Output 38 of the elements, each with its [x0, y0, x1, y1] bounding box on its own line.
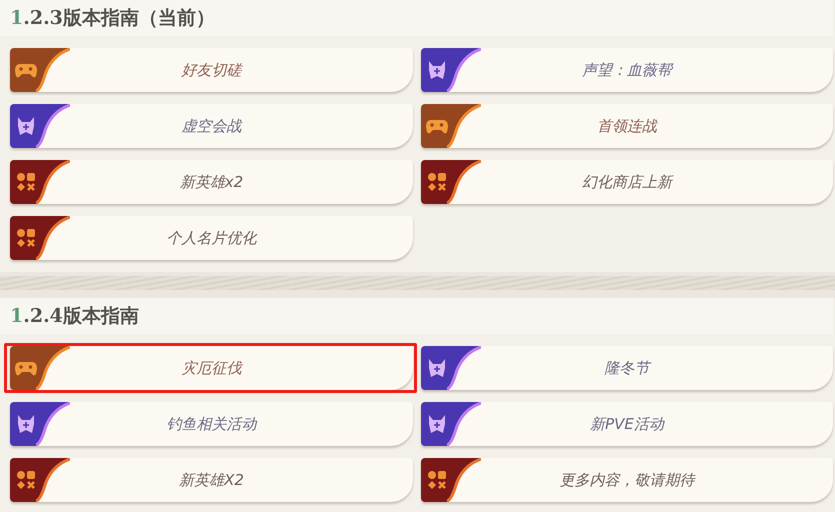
ribbon-decoration — [10, 402, 70, 446]
ribbon-decoration — [10, 216, 70, 260]
banner-icon — [429, 61, 445, 79]
guide-button[interactable]: 首领连战 — [421, 104, 833, 148]
ribbon-decoration — [10, 104, 70, 148]
guide-button[interactable]: 新英雄X2 — [10, 458, 413, 502]
section-title: 1.2.4版本指南 — [10, 304, 139, 329]
banner-icon — [18, 117, 34, 135]
guide-button[interactable]: 新PVE活动 — [421, 402, 833, 446]
shapes-icon — [428, 173, 446, 192]
shapes-icon — [17, 471, 36, 490]
gamepad-icon — [15, 362, 37, 376]
shapes-icon — [428, 471, 446, 490]
guide-button[interactable]: 更多内容，敬请期待 — [421, 458, 833, 502]
guide-button[interactable]: 灾厄征伐 — [10, 346, 413, 390]
guide-button[interactable]: 好友切磋 — [10, 48, 413, 92]
guide-button[interactable]: 幻化商店上新 — [421, 160, 833, 204]
ribbon-decoration — [421, 402, 481, 446]
ribbon-decoration — [421, 160, 481, 204]
banner-icon — [18, 415, 34, 433]
ribbon-decoration — [421, 48, 481, 92]
guide-button[interactable]: 个人名片优化 — [10, 216, 413, 260]
shapes-icon — [17, 173, 36, 192]
gamepad-icon — [426, 120, 448, 134]
banner-icon — [429, 359, 445, 377]
section-title: 1.2.3版本指南（当前） — [10, 6, 215, 31]
guide-button[interactable]: 声望：血薇帮 — [421, 48, 833, 92]
guide-button[interactable]: 虚空会战 — [10, 104, 413, 148]
guide-button[interactable]: 隆冬节 — [421, 346, 833, 390]
gamepad-icon — [15, 64, 37, 78]
banner-icon — [429, 415, 445, 433]
ribbon-decoration — [421, 458, 481, 502]
ribbon-decoration — [10, 160, 70, 204]
ribbon-decoration — [10, 458, 70, 502]
ribbon-decoration — [421, 346, 481, 390]
shapes-icon — [17, 229, 36, 248]
guide-button[interactable]: 钓鱼相关活动 — [10, 402, 413, 446]
guide-button[interactable]: 新英雄x2 — [10, 160, 413, 204]
